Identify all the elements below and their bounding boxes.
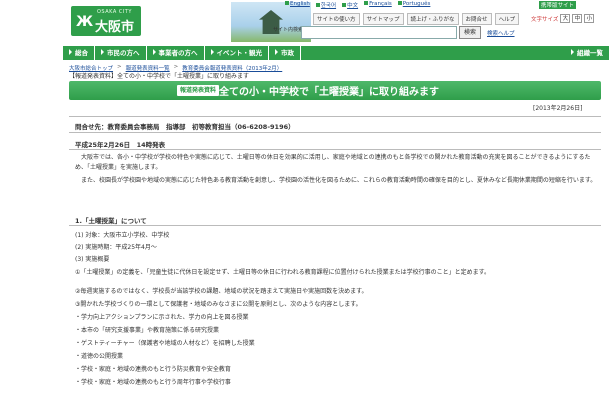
- release-date: [2013年2月26日]: [533, 105, 583, 112]
- detail-list: (1) 対象：大阪市立小学校、中学校 (2) 実施時期：平成25年4月〜 (3)…: [75, 230, 599, 389]
- lang-chinese[interactable]: 中文: [342, 1, 358, 9]
- search-help-link[interactable]: 検索ヘルプ: [487, 29, 515, 37]
- logo-text-jp: 大阪市: [95, 20, 135, 35]
- nav-item-citizens[interactable]: 市民の方へ: [95, 46, 147, 60]
- site-header: Ж OSAKA CITY 大阪市 English 한국어 中文 Français…: [63, 0, 609, 44]
- press-release-tag: 報道発表資料: [177, 85, 220, 96]
- global-nav: 総合 市民の方へ 事業者の方へ イベント・観光 市政 組織一覧: [63, 46, 609, 60]
- contact-link[interactable]: お問合せ: [461, 13, 492, 25]
- nav-item-events-tourism[interactable]: イベント・観光: [205, 46, 269, 60]
- osaka-city-logo[interactable]: Ж OSAKA CITY 大阪市: [71, 6, 141, 36]
- city-emblem-icon: Ж: [76, 14, 94, 30]
- sitemap-link[interactable]: サイトマップ: [362, 13, 404, 25]
- section-heading: 1.「土曜授業」について: [75, 217, 147, 225]
- font-size-label: 文字サイズ: [531, 16, 559, 23]
- font-size-medium-button[interactable]: 中: [572, 14, 583, 23]
- divider: [69, 116, 601, 117]
- mobile-site-link[interactable]: 携帯版サイト: [539, 1, 577, 9]
- divider: [69, 132, 601, 133]
- nav-item-business[interactable]: 事業者の方へ: [147, 46, 205, 60]
- list-item: (1) 対象：大阪市立小学校、中学校: [75, 232, 170, 239]
- list-item: (3) 実施概要: [75, 256, 110, 263]
- page-title-bar: 報道発表資料 全ての小・中学校で「土曜授業」に取り組みます: [69, 81, 601, 100]
- list-item: (2) 実施時期：平成25年4月〜: [75, 244, 157, 251]
- help-link[interactable]: ヘルプ: [494, 13, 520, 25]
- list-item: ・学校・家庭・地域の連携のもと行う防災教育や安全教育: [75, 366, 231, 373]
- page-title: 全ての小・中学校で「土曜授業」に取り組みます: [219, 87, 439, 98]
- font-size-controls: 文字サイズ 大 中 小: [531, 14, 595, 23]
- font-size-small-button[interactable]: 小: [584, 14, 595, 23]
- read-aloud-link[interactable]: 読上げ・ふりがな: [406, 13, 459, 25]
- language-links: English 한국어 中文 Français Português: [285, 1, 430, 9]
- list-item: ②毎週実施するのではなく、学校長が当該学校の課題、地域の状況を踏まえて実施日や実…: [75, 288, 368, 295]
- intro-paragraph: 大阪市では、各小・中学校が学校の特色や実態に応じて、土曜日等の休日を効果的に活用…: [75, 154, 591, 171]
- nav-item-organizations[interactable]: 組織一覧: [565, 46, 609, 60]
- logo-text-en: OSAKA CITY: [97, 9, 132, 15]
- list-item: ・学校・家庭・地域の連携のもと行う周年行事や学校行事: [75, 379, 231, 386]
- publication-date: 平成25年2月26日 14時発表: [75, 141, 166, 149]
- list-item: ・学力向上アクションプランに示された、学力の向上を図る授業: [75, 314, 249, 321]
- search-button[interactable]: 検索: [459, 26, 481, 39]
- lang-english[interactable]: English: [285, 1, 310, 9]
- utility-links: サイトの使い方 サイトマップ 読上げ・ふりがな お問合せ ヘルプ: [313, 13, 520, 25]
- site-search-input[interactable]: [301, 26, 457, 39]
- nav-item-city-government[interactable]: 市政: [269, 46, 301, 60]
- page: Ж OSAKA CITY 大阪市 English 한국어 中文 Français…: [63, 0, 609, 400]
- intro-paragraph: また、校園長が学校園や地域の実態に応じた特色ある教育活動を創意し、学校園の活性化…: [81, 177, 597, 184]
- lang-korean[interactable]: 한국어: [315, 1, 336, 9]
- divider: [69, 225, 601, 226]
- list-item: ・本市の「研究支援事業」や教育施策に係る研究授業: [75, 327, 220, 334]
- divider: [69, 149, 601, 150]
- nav-item-general[interactable]: 総合: [63, 46, 95, 60]
- list-item: ・ゲストティーチャー（保護者や地域の人材など）を招聘した授業: [75, 340, 255, 347]
- font-size-large-button[interactable]: 大: [560, 14, 571, 23]
- list-item: ・道徳の公開授業: [75, 353, 124, 360]
- lang-portuguese[interactable]: Português: [397, 1, 430, 9]
- site-search-label: サイト内検索: [273, 27, 304, 33]
- list-item: ③開かれた学校づくりの一環として保護者・地域のみなさまに公開を原則とし、次のよう…: [75, 301, 362, 308]
- lang-french[interactable]: Français: [364, 1, 392, 9]
- contact-info: 問合せ先：教育委員会事務局 指導部 初等教育担当（06-6208-9196）: [75, 123, 295, 131]
- list-item: ①「土曜授業」の定義を、「児童生徒に代休日を設定せず、土曜日等の休日に行われる教…: [75, 269, 491, 276]
- site-usage-link[interactable]: サイトの使い方: [313, 13, 360, 25]
- current-page-path: 【報道発表資料】全ての小・中学校で「土曜授業」に取り組みます: [69, 73, 250, 80]
